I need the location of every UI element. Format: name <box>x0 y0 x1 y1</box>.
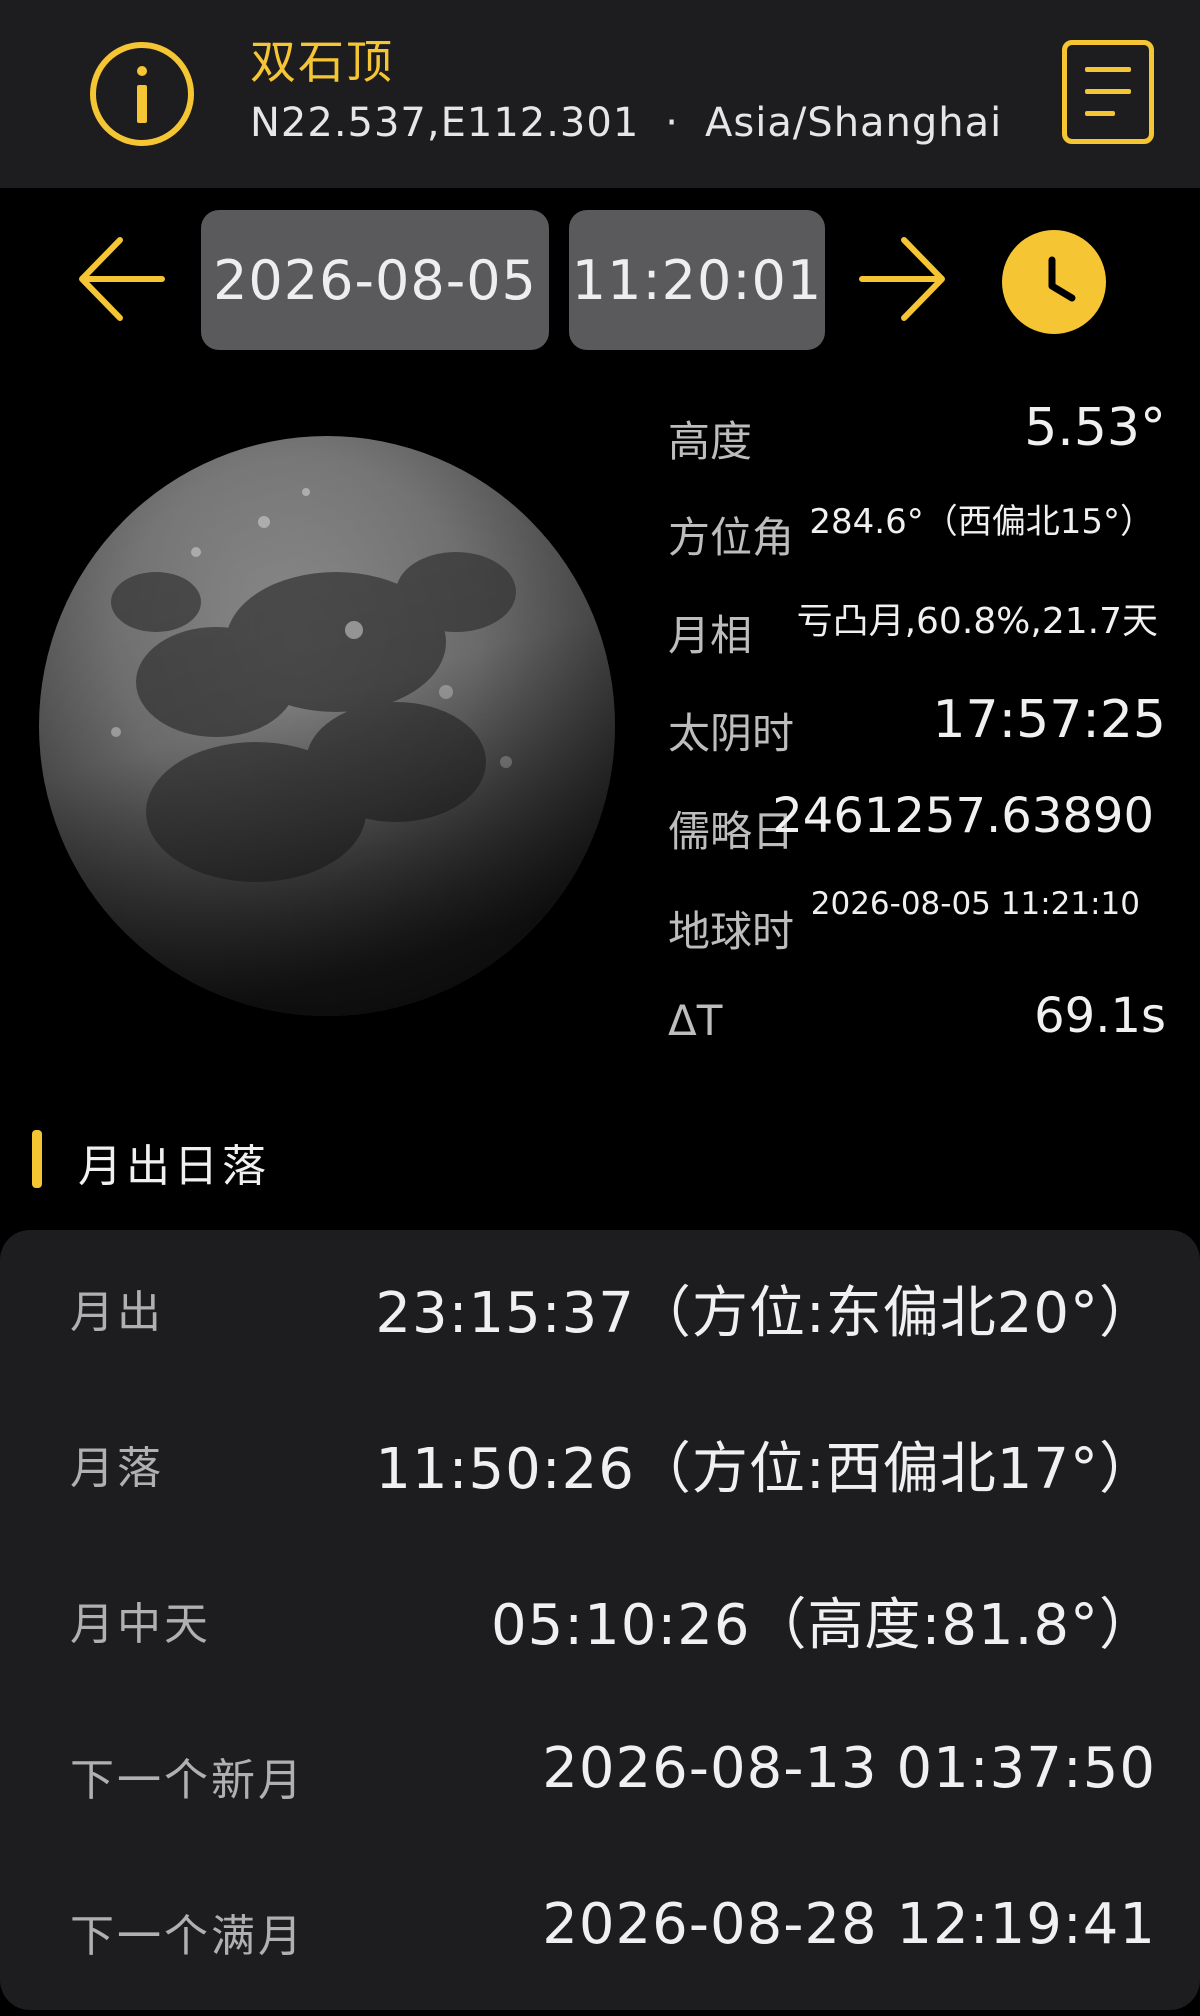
section-accent-bar <box>32 1130 42 1188</box>
location-title[interactable]: 双石顶 <box>250 26 394 92</box>
app-header: 双石顶 N22.537,E112.301 · Asia/Shanghai <box>0 0 1200 188</box>
moon-image <box>36 432 618 1020</box>
separator-dot: · <box>665 100 679 146</box>
menu-line <box>1085 67 1131 72</box>
moonset-label: 月落 <box>70 1443 164 1494</box>
timezone-text: Asia/Shanghai <box>705 100 1003 146</box>
arrow-right-icon[interactable] <box>858 232 948 326</box>
section-title: 月出日落 <box>78 1141 270 1192</box>
lunar-time-label: 太阴时 <box>668 709 795 758</box>
menu-line <box>1085 111 1115 116</box>
terrestrial-time-label: 地球时 <box>668 907 795 956</box>
next-full-moon-label: 下一个满月 <box>70 1911 305 1962</box>
time-picker-button[interactable]: 11:20:01 <box>569 210 825 350</box>
info-icon[interactable] <box>90 42 194 146</box>
menu-line <box>1085 89 1131 94</box>
date-picker-button[interactable]: 2026-08-05 <box>201 210 549 350</box>
delta-t-value: 69.1s <box>1034 988 1166 1044</box>
azimuth-value: 284.6°（西偏北15°） <box>809 502 1154 542</box>
azimuth-label: 方位角 <box>668 513 795 562</box>
coordinates-text: N22.537,E112.301 <box>250 100 640 146</box>
moonrise-value: 23:15:37（方位:东偏北20°） <box>375 1281 1156 1346</box>
arrow-left-icon[interactable] <box>76 232 166 326</box>
menu-list-icon[interactable] <box>1062 40 1154 144</box>
next-full-moon-value: 2026-08-28 12:19:41 <box>542 1892 1156 1957</box>
lunar-time-value: 17:57:25 <box>932 690 1166 750</box>
moonset-value: 11:50:26（方位:西偏北17°） <box>375 1437 1156 1502</box>
moon-transit-label: 月中天 <box>70 1599 211 1650</box>
moon-transit-value: 05:10:26（高度:81.8°） <box>490 1593 1156 1658</box>
phase-label: 月相 <box>668 611 753 660</box>
altitude-value: 5.53° <box>1024 398 1166 458</box>
clock-hands <box>1048 256 1076 302</box>
julian-day-value: 2461257.63890 <box>772 788 1154 844</box>
next-new-moon-label: 下一个新月 <box>70 1755 305 1806</box>
altitude-label: 高度 <box>668 417 753 466</box>
rise-set-card: 月出 23:15:37（方位:东偏北20°） 月落 11:50:26（方位:西偏… <box>0 1230 1200 2010</box>
clock-icon[interactable] <box>1002 230 1106 334</box>
location-subtitle[interactable]: N22.537,E112.301 · Asia/Shanghai <box>250 100 1002 146</box>
info-glyph <box>137 66 147 123</box>
moonrise-label: 月出 <box>70 1287 164 1338</box>
terrestrial-time-value: 2026-08-05 11:21:10 <box>810 886 1140 922</box>
delta-t-label: ΔT <box>668 996 723 1045</box>
phase-value: 亏凸月,60.8%,21.7天 <box>796 601 1158 642</box>
next-new-moon-value: 2026-08-13 01:37:50 <box>542 1736 1156 1801</box>
